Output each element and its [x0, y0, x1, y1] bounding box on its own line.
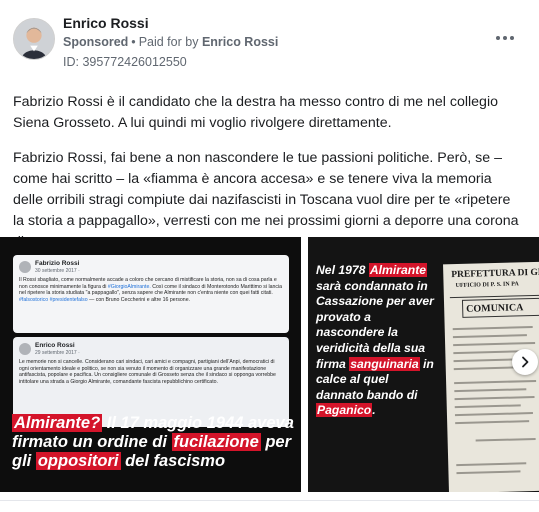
post-text: Fabrizio Rossi è il candidato che la des… [13, 92, 525, 253]
document-text-line [453, 350, 524, 355]
avatar [19, 261, 31, 273]
more-horizontal-icon [496, 36, 500, 40]
document-subheading: UFFICIO DI P. S. IN PA [455, 281, 519, 290]
carousel-next-button[interactable] [512, 349, 538, 375]
highlight: fucilazione [171, 433, 261, 451]
avatar [19, 343, 31, 355]
more-horizontal-icon [510, 36, 514, 40]
slide-text: . [372, 403, 376, 418]
post-paragraph-1: Fabrizio Rossi è il candidato che la des… [13, 94, 498, 131]
document-text-line [455, 420, 530, 425]
embedded-author: Enrico Rossi [35, 342, 75, 349]
hashtag: #falsostorico #presidentefalso [19, 296, 88, 303]
embedded-date: 29 settembre 2017 · [35, 350, 80, 356]
document-text-line [454, 379, 537, 385]
document-text-line [454, 388, 527, 393]
document-text-line [454, 395, 535, 401]
more-horizontal-icon [503, 36, 507, 40]
headline-text: del fascismo [120, 452, 226, 470]
document-text-line [453, 341, 536, 347]
document-title: COMUNICA [466, 302, 524, 315]
paid-for-prefix: Paid for by [138, 35, 199, 49]
chevron-right-icon [522, 356, 529, 368]
more-options-button[interactable] [493, 30, 517, 46]
document-text-line [454, 412, 533, 417]
author-name[interactable]: Enrico Rossi [63, 15, 149, 31]
document-text-line [475, 437, 536, 442]
slide-text: Nel 1978 [316, 263, 369, 277]
highlight: Paganico [316, 403, 373, 418]
embedded-text: — con Bruno Ceccherini e altre 16 person… [89, 296, 191, 303]
highlight: Almirante? [12, 414, 103, 432]
document-text-line [456, 462, 527, 467]
slide-2-text: Nel 1978 Almirante sarà condannato in Ca… [316, 263, 438, 419]
carousel-slide-1[interactable]: Fabrizio Rossi 30 settembre 2017 · Il Ro… [0, 237, 301, 492]
embedded-body: Il Rossi sbagliato, come normalmente acc… [19, 277, 283, 303]
highlight: sanguinaria [349, 356, 420, 371]
document-heading: PREFETTURA DI GR [451, 267, 539, 281]
ad-card: Enrico Rossi Sponsored • Paid for by Enric… [0, 0, 539, 512]
media-carousel[interactable]: Fabrizio Rossi 30 settembre 2017 · Il Ro… [0, 237, 539, 492]
embedded-date: 30 settembre 2017 · [35, 268, 80, 274]
ad-id: ID: 395772426012550 [63, 55, 187, 69]
document-text-line [456, 470, 521, 475]
hashtag: #GiorgioAlmirante. [107, 283, 151, 290]
embedded-post-fabrizio: Fabrizio Rossi 30 settembre 2017 · Il Ro… [13, 255, 289, 333]
document-text-line [452, 326, 533, 331]
slide-1-headline: Almirante? Il 17 maggio 1944 aveva firma… [12, 414, 294, 471]
avatar-image [14, 19, 54, 59]
historic-document-image: PREFETTURA DI GR UFFICIO DI P. S. IN PA … [443, 261, 539, 492]
embedded-body: Le memorie non si cancelle. Considerano … [19, 359, 276, 385]
sponsored-label: Sponsored [63, 35, 129, 49]
document-text-line [454, 404, 521, 409]
ad-meta: Sponsored • Paid for by Enrico Rossi [63, 35, 278, 49]
embedded-author: Fabrizio Rossi [35, 260, 80, 267]
paid-for-name: Enrico Rossi [201, 35, 279, 49]
author-avatar[interactable] [13, 18, 55, 60]
carousel-slide-2[interactable]: Nel 1978 Almirante sarà condannato in Ca… [308, 237, 539, 492]
highlight: oppositori [35, 452, 121, 470]
highlight: Almirante [368, 263, 428, 277]
document-text-line [452, 334, 527, 339]
divider [0, 500, 539, 501]
separator-dot: • [131, 35, 136, 49]
